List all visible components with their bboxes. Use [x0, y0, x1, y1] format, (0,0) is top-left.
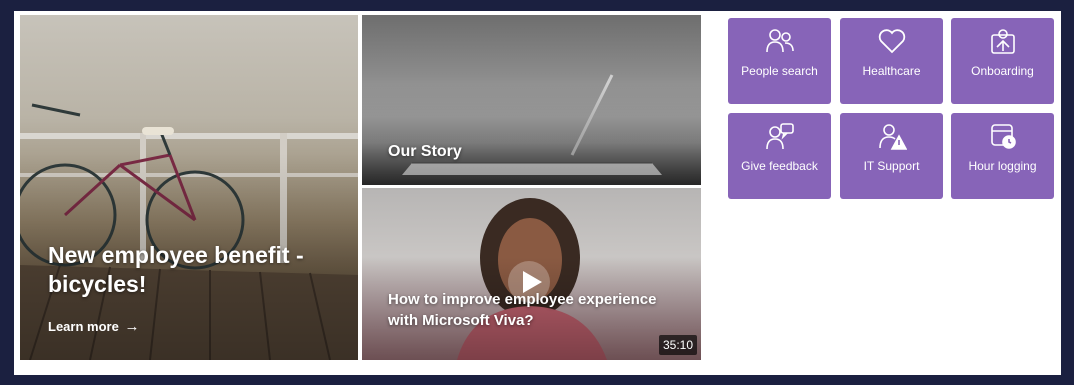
arrow-right-icon: → — [124, 318, 140, 335]
heart-icon — [878, 27, 906, 55]
video-title[interactable]: How to improve employee experience with … — [388, 289, 688, 331]
quick-link-give-feedback[interactable]: Give feedback — [728, 113, 831, 199]
learn-more-link[interactable]: Learn more → — [48, 318, 139, 335]
it-support-icon — [877, 122, 907, 150]
quick-link-label: People search — [741, 64, 818, 78]
people-icon — [765, 27, 795, 55]
quick-link-onboarding[interactable]: Onboarding — [951, 18, 1054, 104]
learn-more-label: Learn more — [48, 319, 119, 334]
quick-link-label: Onboarding — [971, 64, 1034, 78]
hero-story-card[interactable]: Our Story — [362, 15, 701, 185]
quick-link-people-search[interactable]: People search — [728, 18, 831, 104]
video-duration-badge: 35:10 — [658, 335, 697, 355]
quick-link-label: Give feedback — [741, 159, 818, 173]
content-panel: New employee benefit - bicycles! Learn m… — [14, 11, 1061, 375]
hero-main-card[interactable]: New employee benefit - bicycles! Learn m… — [20, 15, 358, 360]
hero-video-card[interactable]: How to improve employee experience with … — [362, 188, 701, 360]
quick-link-label: Hour logging — [968, 159, 1037, 173]
feedback-icon — [765, 122, 795, 150]
quick-link-label: IT Support — [863, 159, 920, 173]
quick-link-it-support[interactable]: IT Support — [840, 113, 943, 199]
quick-link-label: Healthcare — [862, 64, 921, 78]
story-title[interactable]: Our Story — [388, 143, 462, 161]
hero-main-title[interactable]: New employee benefit - bicycles! — [48, 241, 348, 299]
onboarding-icon — [989, 27, 1017, 55]
quick-link-healthcare[interactable]: Healthcare — [840, 18, 943, 104]
story-gradient-overlay — [362, 83, 701, 185]
quick-link-hour-logging[interactable]: Hour logging — [951, 113, 1054, 199]
hour-logging-icon — [989, 122, 1017, 150]
